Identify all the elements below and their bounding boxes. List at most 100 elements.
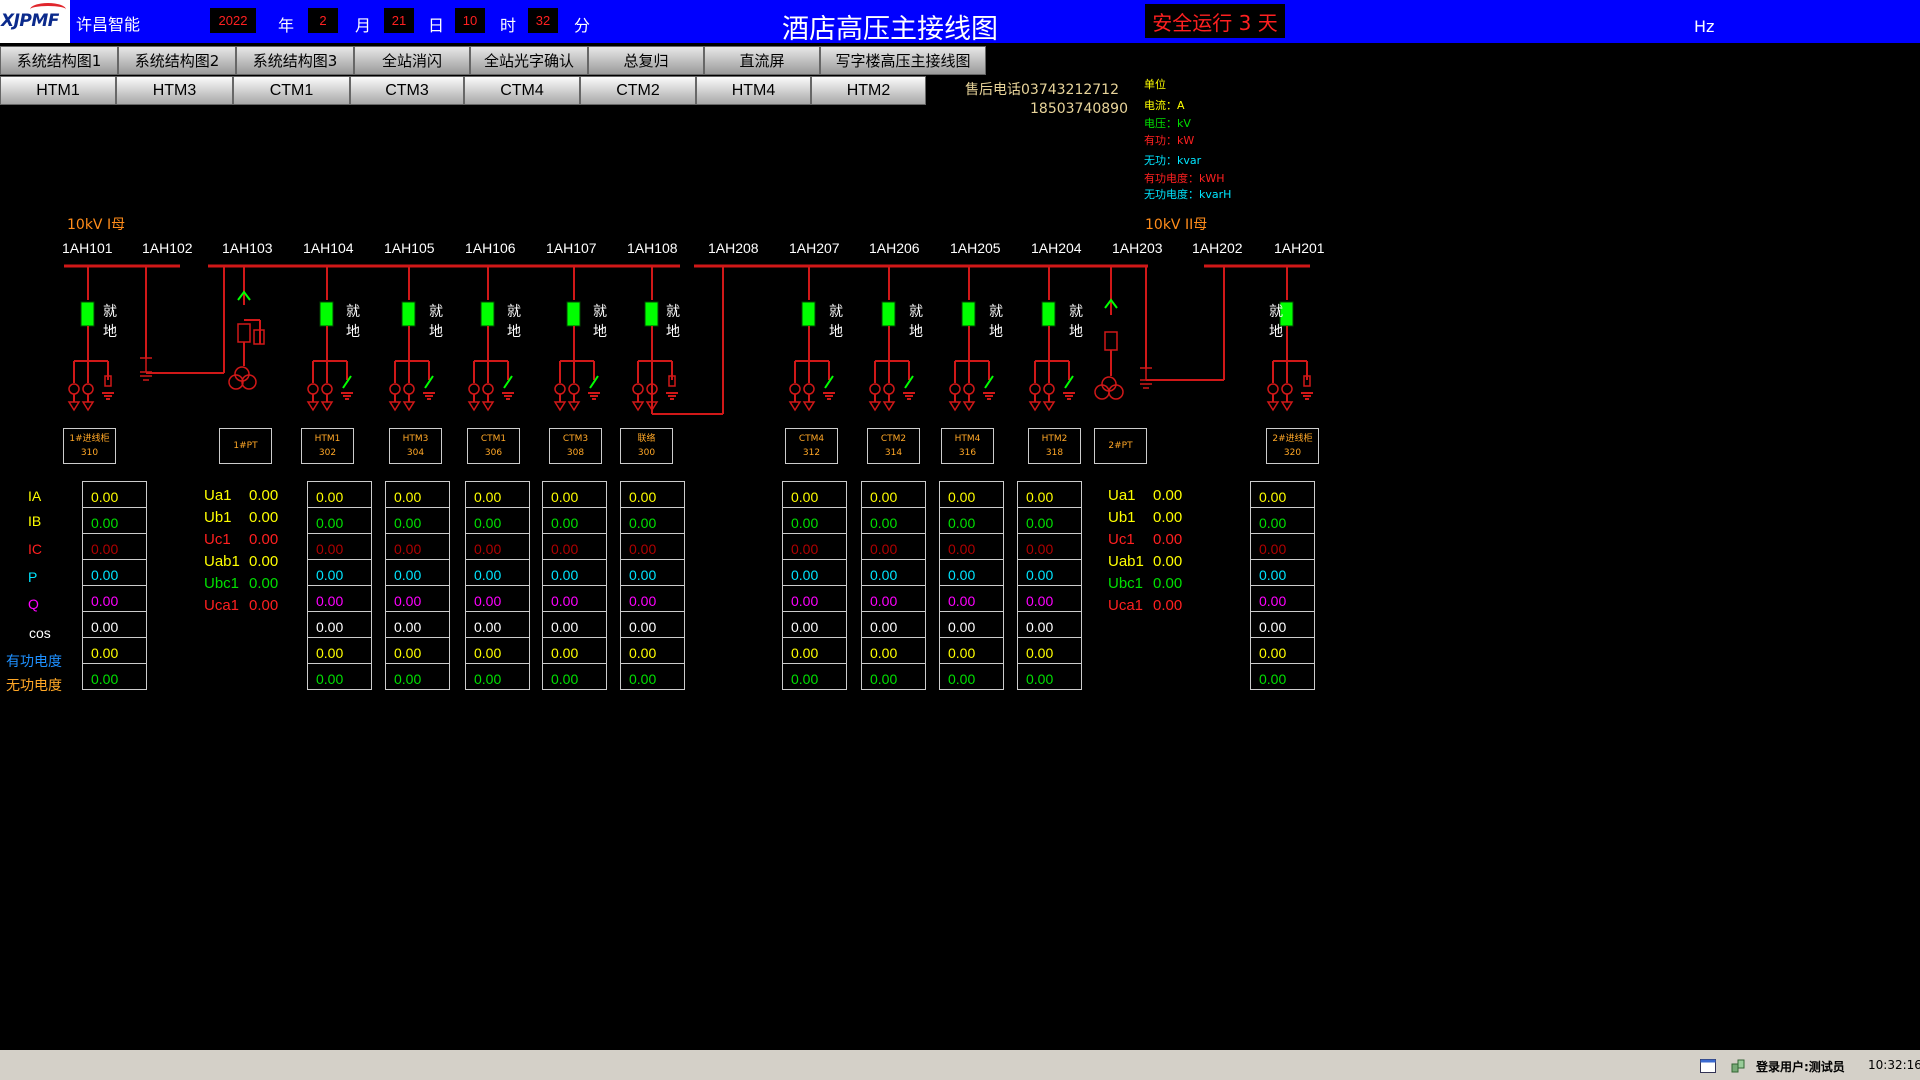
metric-column: 0.00 0.00 0.00 0.00 0.00 0.00 0.00 0.00: [620, 481, 685, 690]
metric-value: 0.00: [940, 586, 1003, 612]
ct-coil: [963, 383, 975, 395]
ct-coil: [321, 383, 333, 395]
metric-value: 0.00: [308, 508, 371, 534]
network-icon[interactable]: [1730, 1058, 1746, 1074]
metric-value: 0.00: [1251, 482, 1314, 508]
cabinet-label: CTM2 314: [867, 428, 920, 464]
ground-symbol: [567, 401, 581, 412]
ct-coil: [803, 383, 815, 395]
cabinet-label: 1#进线柜 310: [63, 428, 116, 464]
local-mode-label: 就地: [507, 304, 521, 340]
metric-value: 0.00: [308, 612, 371, 638]
metric-value: 0.00: [386, 508, 449, 534]
cabinet-label: CTM1 306: [467, 428, 520, 464]
metric-value: 0.00: [1018, 534, 1081, 560]
local-mode-label: 就地: [829, 304, 843, 340]
ground-symbol: [140, 357, 152, 381]
pt-voltage-block: Ua1 0.00 Ub1 0.00 Uc1 0.00 Uab1 0.00 Ubc1 0.00 Uca…: [204, 485, 278, 617]
bay-name: 1AH208: [708, 240, 759, 256]
metric-value: 0.00: [862, 560, 925, 586]
metric-value: 0.00: [862, 508, 925, 534]
bay-name: 1AH206: [869, 240, 920, 256]
cabinet-label: HTM2 318: [1028, 428, 1081, 464]
local-mode-label: 就地: [989, 304, 1003, 340]
ct-coil: [1267, 383, 1279, 395]
cabinet-number: 308: [566, 448, 585, 458]
cabinet-name: 2#PT: [1108, 441, 1133, 451]
metric-value: 0.00: [466, 534, 529, 560]
metric-value: 0.00: [543, 560, 606, 586]
metric-value: 0.00: [783, 534, 846, 560]
pt-voltage-row: Ubc1 0.00: [204, 573, 278, 595]
pt-voltage-label: Ua1: [1108, 487, 1136, 504]
ct-coil: [554, 383, 566, 395]
metric-value: 0.00: [394, 671, 422, 687]
metric-value: 0.00: [83, 482, 146, 508]
breaker-closed: [801, 301, 816, 327]
cabinet-number: 316: [958, 448, 977, 458]
pt-voltage-row: Uc1 0.00: [1108, 529, 1182, 551]
bay-name: 1AH203: [1112, 240, 1163, 256]
cabinet-name: 1#PT: [233, 441, 258, 451]
cabinet-name: HTM1: [314, 434, 341, 444]
bay-name: 1AH201: [1274, 240, 1325, 256]
metric-value: 0.00: [862, 482, 925, 508]
metric-column: 0.00 0.00 0.00 0.00 0.00 0.00 0.00 0.00: [861, 481, 926, 690]
cabinet-number: 318: [1045, 448, 1064, 458]
metric-value: 0.00: [1251, 586, 1314, 612]
metric-row-label: 有功电度: [6, 654, 62, 670]
pt-voltage-row: Ub1 0.00: [1108, 507, 1182, 529]
ground-symbol: [481, 401, 495, 412]
ct-coil: [789, 383, 801, 395]
pt-voltage-value: 0.00: [1153, 575, 1183, 592]
metric-value: 0.00: [308, 534, 371, 560]
bay-name: 1AH108: [627, 240, 678, 256]
metric-value: 0.00: [543, 482, 606, 508]
cabinet-name: CTM3: [562, 434, 589, 444]
metric-value: 0.00: [629, 671, 657, 687]
ct-coil: [949, 383, 961, 395]
ground-symbol: [1140, 367, 1152, 389]
pt-voltage-value: 0.00: [249, 509, 279, 526]
metric-value: 0.00: [1018, 560, 1081, 586]
pt-voltage-value: 0.00: [249, 531, 279, 548]
pt-voltage-value: 0.00: [249, 487, 279, 504]
metric-column: 0.00 0.00 0.00 0.00 0.00 0.00 0.00 0.00: [82, 481, 147, 690]
breaker-closed: [881, 301, 896, 327]
metric-value: 0.00: [316, 671, 344, 687]
metric-value: 0.00: [621, 612, 684, 638]
metric-value: 0.00: [1018, 508, 1081, 534]
bay-name: 1AH205: [950, 240, 1001, 256]
breaker-closed: [80, 301, 95, 327]
local-mode-label: 就地: [346, 304, 360, 340]
cabinet-name: 2#进线柜: [1272, 434, 1313, 444]
metric-column: 0.00 0.00 0.00 0.00 0.00 0.00 0.00 0.00: [1017, 481, 1082, 690]
pt-voltage-label: Uca1: [204, 597, 240, 614]
metric-value: 0.00: [474, 671, 502, 687]
pt-voltage-label: Uc1: [1108, 531, 1135, 548]
pt-voltage-row: Ub1 0.00: [204, 507, 278, 529]
cabinet-number: 302: [318, 448, 337, 458]
pt-voltage-label: Uab1: [1108, 553, 1144, 570]
metric-value: 0.00: [83, 612, 146, 638]
metric-value: 0.00: [1251, 638, 1314, 664]
pt-voltage-value: 0.00: [249, 575, 279, 592]
ground-symbol: [631, 401, 645, 412]
ct-coil: [403, 383, 415, 395]
breaker-closed: [401, 301, 416, 327]
cabinet-name: CTM2: [880, 434, 907, 444]
local-mode-label: 就地: [909, 304, 923, 340]
metric-value: 0.00: [948, 671, 976, 687]
cabinet-label: 1#PT: [219, 428, 272, 464]
metric-value: 0.00: [91, 671, 119, 687]
ct-coil: [1029, 383, 1041, 395]
pt-voltage-value: 0.00: [1153, 509, 1183, 526]
metric-value: 0.00: [308, 560, 371, 586]
pt-voltage-value: 0.00: [1153, 553, 1183, 570]
bay-name: 1AH102: [142, 240, 193, 256]
window-icon[interactable]: [1700, 1059, 1716, 1073]
metric-value: 0.00: [386, 534, 449, 560]
cabinet-label: CTM4 312: [785, 428, 838, 464]
metric-value: 0.00: [1251, 508, 1314, 534]
metric-value: 0.00: [783, 508, 846, 534]
